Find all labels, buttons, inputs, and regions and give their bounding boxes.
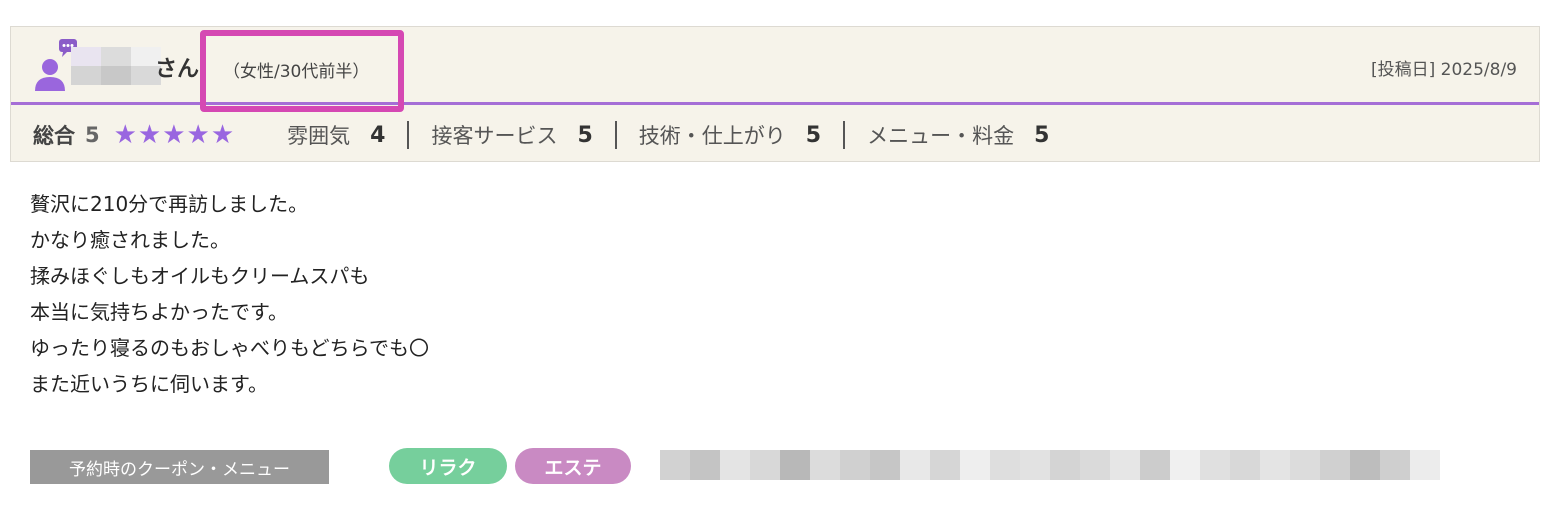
review-line: また近いうちに伺います。: [30, 372, 268, 396]
review-line: 揉みほぐしもオイルもクリームスパも: [30, 264, 370, 288]
rating-atmosphere: 雰囲気 4: [287, 120, 385, 150]
coupon-menu-label: 予約時のクーポン・メニュー: [30, 450, 329, 484]
review-line: 贅沢に210分で再訪しました。: [30, 192, 309, 216]
review-body: 贅沢に210分で再訪しました。 かなり癒されました。 揉みほぐしもオイルもクリー…: [30, 186, 429, 402]
rating-divider: [614, 121, 617, 149]
ratings-row: 総合 5 ★★★★★ 雰囲気 4 接客サービス 5 技術・仕上がり 5 メニュー…: [11, 108, 1539, 162]
rating-divider: [407, 121, 410, 149]
overall-rating-label: 総合: [33, 124, 75, 148]
rating-service: 接客サービス 5: [431, 120, 592, 150]
rating-menu-price: メニュー・料金 5: [867, 120, 1049, 150]
tag-esthe[interactable]: エステ: [515, 448, 631, 484]
tag-relax[interactable]: リラク: [389, 448, 507, 484]
review-line: かなり癒されました。: [30, 228, 230, 252]
review-line: 本当に気持ちよかったです。: [30, 300, 288, 324]
rating-score: 5: [577, 122, 593, 148]
review-header: さん （女性/30代前半） [投稿日] 2025/8/9: [11, 27, 1539, 112]
attributes-highlight-box: [200, 30, 404, 112]
reviewer-name-mosaic: [71, 47, 161, 85]
rating-label: 技術・仕上がり: [638, 124, 786, 148]
review-card: さん （女性/30代前半） [投稿日] 2025/8/9 総合 5 ★★★★★ …: [10, 26, 1540, 162]
rating-label: メニュー・料金: [867, 124, 1015, 148]
rating-technique: 技術・仕上がり 5: [639, 120, 821, 150]
overall-rating-score: 5: [85, 123, 100, 147]
rating-divider: [843, 121, 846, 149]
coupon-name-mosaic: [660, 450, 1440, 480]
star-icon: ★★★★★: [113, 120, 236, 150]
rating-score: 4: [370, 122, 386, 148]
review-line: ゆったり寝るのもおしゃべりもどちらでも〇: [30, 336, 429, 360]
post-date: [投稿日] 2025/8/9: [1370, 60, 1517, 80]
rating-score: 5: [805, 122, 822, 148]
reviewer-honorific: さん: [155, 57, 200, 82]
rating-label: 雰囲気: [287, 124, 351, 148]
rating-label: 接客サービス: [431, 124, 558, 148]
rating-score: 5: [1034, 122, 1050, 148]
